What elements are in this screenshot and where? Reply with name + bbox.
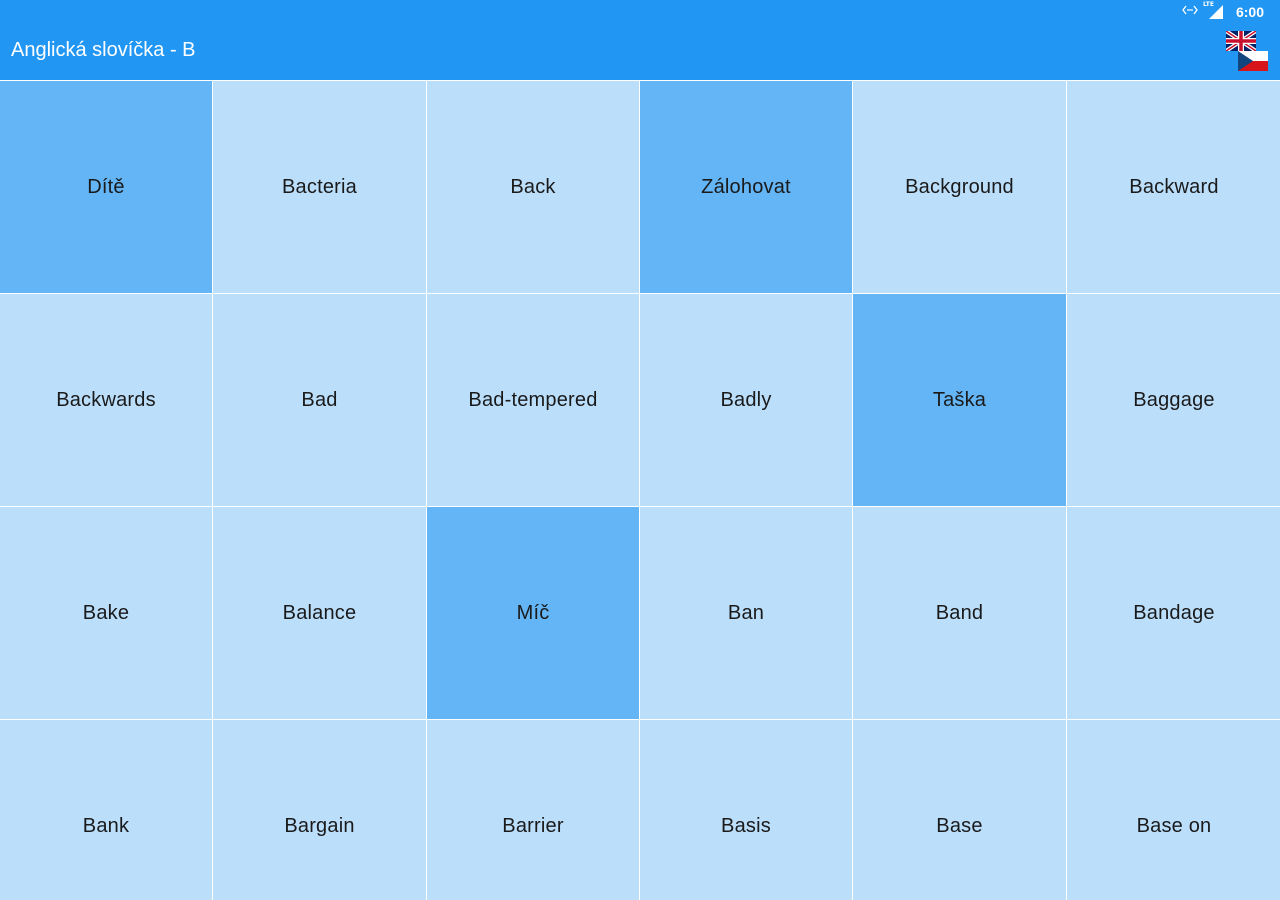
status-icons: LTE 6:00 — [1182, 1, 1264, 21]
app-bar: Anglická slovíčka - B — [0, 24, 1280, 80]
word-tile[interactable]: Bank — [0, 720, 212, 900]
word-tile[interactable]: Base — [853, 720, 1066, 900]
word-tile-grid: Dítě Bacteria Back Zálohovat Background Backw… — [0, 81, 1280, 900]
word-tile[interactable]: Bad-tempered — [427, 294, 639, 506]
word-tile[interactable]: Bake — [0, 507, 212, 719]
word-tile[interactable]: Backwards — [0, 294, 212, 506]
word-tile[interactable]: Bacteria — [213, 81, 426, 293]
app-root: LTE 6:00 Anglická slovíčka - B Dítě Bact… — [0, 0, 1280, 900]
word-tile[interactable]: Backward — [1067, 81, 1280, 293]
language-toggle-button[interactable] — [1224, 29, 1270, 73]
word-tile[interactable]: Barrier — [427, 720, 639, 900]
word-tile[interactable]: Míč — [427, 507, 639, 719]
cz-flag-icon — [1238, 51, 1268, 71]
word-tile[interactable]: Bad — [213, 294, 426, 506]
status-time: 6:00 — [1235, 4, 1264, 20]
word-tile[interactable]: Taška — [853, 294, 1066, 506]
word-tile[interactable]: Badly — [640, 294, 852, 506]
data-transfer-icon — [1182, 3, 1198, 21]
word-tile[interactable]: Zálohovat — [640, 81, 852, 293]
word-tile[interactable]: Bargain — [213, 720, 426, 900]
word-tile[interactable]: Background — [853, 81, 1066, 293]
word-tile[interactable]: Balance — [213, 507, 426, 719]
word-tile[interactable]: Band — [853, 507, 1066, 719]
app-title: Anglická slovíčka - B — [11, 39, 196, 61]
word-tile[interactable]: Baggage — [1067, 294, 1280, 506]
word-tile[interactable]: Bandage — [1067, 507, 1280, 719]
word-tile[interactable]: Ban — [640, 507, 852, 719]
network-type-label: LTE — [1202, 1, 1214, 8]
word-tile[interactable]: Base on — [1067, 720, 1280, 900]
status-bar: LTE 6:00 — [0, 0, 1280, 24]
word-tile[interactable]: Back — [427, 81, 639, 293]
signal-icon: LTE — [1202, 1, 1224, 20]
word-tile[interactable]: Basis — [640, 720, 852, 900]
uk-flag-icon — [1224, 29, 1258, 53]
word-tile[interactable]: Dítě — [0, 81, 212, 293]
